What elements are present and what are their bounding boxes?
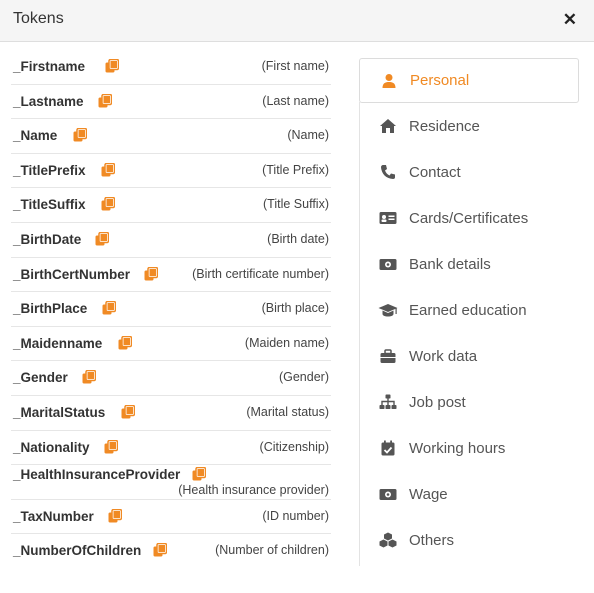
token-description: (Birth date)	[267, 231, 329, 246]
token-row: _MaritalStatus (Marital status)	[11, 396, 331, 431]
phone-icon	[377, 164, 399, 180]
token-name: _BirthCertNumber	[13, 266, 131, 282]
token-name: _HealthInsuranceProvider	[13, 467, 181, 483]
cubes-icon	[377, 532, 399, 548]
token-row: _BirthPlace (Birth place)	[11, 292, 331, 327]
nav-item-cards-certificates[interactable]: Cards/Certificates	[359, 195, 579, 241]
nav-item-label: Wage	[409, 485, 448, 503]
token-name: _Nationality	[13, 439, 90, 455]
nav-item-bank-details[interactable]: Bank details	[359, 241, 579, 287]
token-name: _Lastname	[13, 93, 84, 109]
token-row: _Firstname (First name)	[11, 50, 331, 85]
sitemap-icon	[377, 394, 399, 410]
copy-icon[interactable]	[121, 404, 136, 419]
token-row: _Lastname (Last name)	[11, 85, 331, 120]
nav-item-label: Job post	[409, 393, 466, 411]
token-row: _TitlePrefix (Title Prefix)	[11, 154, 331, 189]
token-description: (Gender)	[278, 370, 329, 385]
token-description: (Name)	[287, 128, 329, 143]
token-row: _NumberOfChildren (Number of children)	[11, 534, 331, 568]
token-name: _TitleSuffix	[13, 197, 86, 213]
nav-item-job-post[interactable]: Job post	[359, 379, 579, 425]
category-nav: Personal Residence Contact Cards/Certificat…	[359, 58, 579, 563]
briefcase-icon	[377, 348, 399, 364]
nav-item-label: Personal	[410, 72, 470, 89]
token-name: _MaritalStatus	[13, 404, 106, 420]
token-description: (ID number)	[262, 508, 329, 523]
id-card-icon	[377, 211, 399, 225]
home-icon	[377, 118, 399, 134]
nav-item-label: Earned education	[409, 301, 527, 319]
nav-item-label: Work data	[409, 347, 478, 365]
copy-icon[interactable]	[192, 466, 207, 481]
token-name: _Maidenname	[13, 335, 103, 351]
token-name: _BirthDate	[13, 231, 82, 247]
copy-icon[interactable]	[108, 508, 123, 523]
copy-icon[interactable]	[101, 162, 116, 177]
nav-item-others[interactable]: Others	[359, 517, 579, 563]
nav-item-working-hours[interactable]: Working hours	[359, 425, 579, 471]
token-description: (First name)	[261, 59, 329, 73]
token-name: _TaxNumber	[13, 508, 94, 524]
token-description: (Number of children)	[215, 543, 329, 558]
money-icon	[377, 258, 399, 271]
copy-icon[interactable]	[98, 93, 113, 108]
nav-item-label: Bank details	[409, 255, 491, 273]
copy-icon[interactable]	[144, 266, 159, 281]
copy-icon[interactable]	[104, 439, 119, 454]
token-row: _TaxNumber (ID number)	[11, 500, 331, 535]
person-icon	[378, 73, 400, 89]
dialog-header: Tokens ✕	[0, 0, 594, 42]
copy-icon[interactable]	[105, 58, 120, 73]
token-list: _Firstname (First name) _Lastname (Last nam…	[11, 50, 331, 568]
token-row: _Name (Name)	[11, 119, 331, 154]
copy-icon[interactable]	[118, 335, 133, 350]
token-row: _TitleSuffix (Title Suffix)	[11, 188, 331, 223]
graduation-cap-icon	[377, 303, 399, 318]
token-description: (Birth certificate number)	[192, 266, 329, 281]
nav-item-label: Contact	[409, 163, 461, 181]
nav-item-earned-education[interactable]: Earned education	[359, 287, 579, 333]
nav-item-label: Working hours	[409, 439, 506, 457]
copy-icon[interactable]	[73, 127, 88, 142]
close-icon[interactable]: ✕	[563, 11, 577, 29]
token-row: _Maidenname (Maiden name)	[11, 327, 331, 362]
token-name: _NumberOfChildren	[13, 543, 142, 559]
token-row: _BirthCertNumber (Birth certificate numbe…	[11, 258, 331, 293]
copy-icon[interactable]	[153, 543, 168, 557]
calendar-check-icon	[377, 440, 399, 456]
token-row: _HealthInsuranceProvider (Health insuranc…	[11, 465, 331, 500]
token-description: (Title Prefix)	[262, 162, 329, 177]
token-name: _Gender	[13, 370, 68, 386]
token-description: (Marital status)	[246, 404, 329, 419]
copy-icon[interactable]	[82, 370, 97, 384]
nav-item-label: Others	[409, 531, 455, 549]
copy-icon[interactable]	[95, 231, 110, 246]
nav-item-work-data[interactable]: Work data	[359, 333, 579, 379]
money-icon	[377, 488, 399, 501]
token-row: _BirthDate (Birth date)	[11, 223, 331, 258]
token-name: _TitlePrefix	[13, 162, 86, 178]
token-name: _Name	[13, 128, 58, 144]
nav-item-contact[interactable]: Contact	[359, 149, 579, 195]
nav-item-label: Residence	[409, 117, 480, 135]
token-row: _Nationality (Citizenship)	[11, 431, 331, 466]
token-description: (Last name)	[262, 93, 329, 108]
dialog-title: Tokens	[13, 10, 64, 27]
nav-item-wage[interactable]: Wage	[359, 471, 579, 517]
token-description: (Health insurance provider)	[178, 483, 329, 498]
token-name: _BirthPlace	[13, 301, 88, 317]
copy-icon[interactable]	[102, 300, 117, 315]
nav-item-label: Cards/Certificates	[409, 209, 529, 227]
token-row: _Gender (Gender)	[11, 361, 331, 396]
copy-icon[interactable]	[101, 197, 116, 211]
token-description: (Birth place)	[261, 301, 329, 316]
nav-item-residence[interactable]: Residence	[359, 103, 579, 149]
token-description: (Maiden name)	[244, 335, 329, 350]
token-description: (Title Suffix)	[263, 197, 329, 212]
token-name: _Firstname	[13, 59, 86, 74]
nav-item-personal[interactable]: Personal	[359, 58, 579, 103]
token-description: (Citizenship)	[259, 439, 329, 454]
